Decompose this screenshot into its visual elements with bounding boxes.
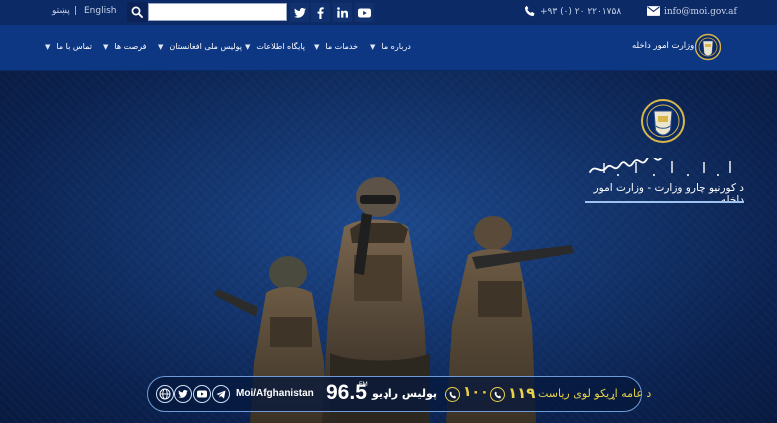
language-english-link[interactable]: English — [84, 6, 117, 16]
emirate-emblem-icon — [641, 99, 685, 143]
phone-number: +۹۳ (۰) ۲۰ ۲۲۰۱۷۵۸ — [540, 7, 622, 17]
linkedin-button[interactable] — [333, 3, 352, 22]
banner-caption: د عامه اړیکو لوی ریاست — [538, 387, 652, 400]
chevron-down-icon: ▼ — [103, 43, 109, 51]
radio-fm-label: FM — [359, 382, 368, 388]
nav-item-opportunities[interactable]: ▼ فرصت ها — [103, 42, 146, 51]
website-button[interactable] — [156, 385, 174, 403]
nav-item-contact[interactable]: ▼ تماس با ما — [45, 42, 92, 51]
facebook-icon — [317, 6, 324, 19]
site-title[interactable]: وزارت امور داخله — [632, 41, 694, 51]
radio-name: پولیس راډیو — [372, 387, 438, 400]
youtube-button[interactable] — [355, 3, 374, 22]
facebook-button[interactable] — [311, 3, 330, 22]
hotline-119: ۱۱۹ — [508, 384, 536, 402]
radio-banner[interactable]: Moi/Afghanistan 96.5 FM پولیس راډیو ۱۰۰ … — [147, 376, 651, 412]
ministry-emblem-icon[interactable] — [695, 33, 721, 61]
language-separator: | — [74, 6, 78, 16]
email-link[interactable]: info@moi.gov.af — [664, 7, 737, 17]
twitter-icon — [178, 390, 188, 398]
nav-item-database[interactable]: ▼ پایگاه اطلاعات — [245, 42, 305, 51]
youtube-icon — [358, 7, 371, 18]
twitter-icon — [293, 7, 306, 18]
emirate-calligraphy-logo — [589, 158, 731, 176]
language-pashto-link[interactable]: پښتو — [52, 6, 70, 16]
hotline-100: ۱۰۰ — [463, 384, 489, 400]
hero-banner: د کورنیو چارو وزارت - وزارت امور داخله — [0, 71, 777, 423]
banner-telegram-button[interactable] — [212, 385, 230, 403]
phone-icon — [449, 391, 456, 398]
chevron-down-icon: ▼ — [158, 43, 164, 51]
banner-twitter-button[interactable] — [174, 385, 192, 403]
telegram-icon — [216, 390, 226, 398]
nav-item-national-police[interactable]: ▼ پولیس ملی افغانستان — [158, 42, 242, 51]
search-input[interactable] — [148, 3, 287, 21]
hotline-119-phone-button[interactable] — [490, 387, 505, 402]
hero-subtitle-underline — [585, 201, 744, 203]
linkedin-icon — [337, 7, 348, 18]
phone-icon — [494, 391, 501, 398]
top-bar: پښتو | English +۹۳ (۰) ۲۰ ۲۲۰۱۷۵۸ info@m… — [0, 0, 777, 25]
youtube-icon — [197, 390, 207, 398]
main-navigation: ▼ تماس با ما ▼ فرصت ها ▼ پولیس ملی افغانستا… — [0, 25, 777, 71]
chevron-down-icon: ▼ — [45, 43, 51, 51]
nav-item-about[interactable]: ▼ درباره ما — [370, 42, 411, 51]
chevron-down-icon: ▼ — [314, 43, 320, 51]
twitter-button[interactable] — [290, 3, 309, 22]
phone-icon — [524, 5, 535, 17]
banner-social-handle: Moi/Afghanistan — [236, 388, 314, 399]
globe-icon — [159, 388, 171, 400]
nav-item-services[interactable]: ▼ خدمات ما — [314, 42, 358, 51]
search-icon — [131, 6, 143, 18]
mail-icon — [647, 6, 660, 16]
hotline-100-phone-button[interactable] — [445, 387, 460, 402]
banner-youtube-button[interactable] — [193, 385, 211, 403]
chevron-down-icon: ▼ — [370, 43, 376, 51]
search-button[interactable] — [127, 2, 147, 22]
chevron-down-icon: ▼ — [245, 43, 251, 51]
